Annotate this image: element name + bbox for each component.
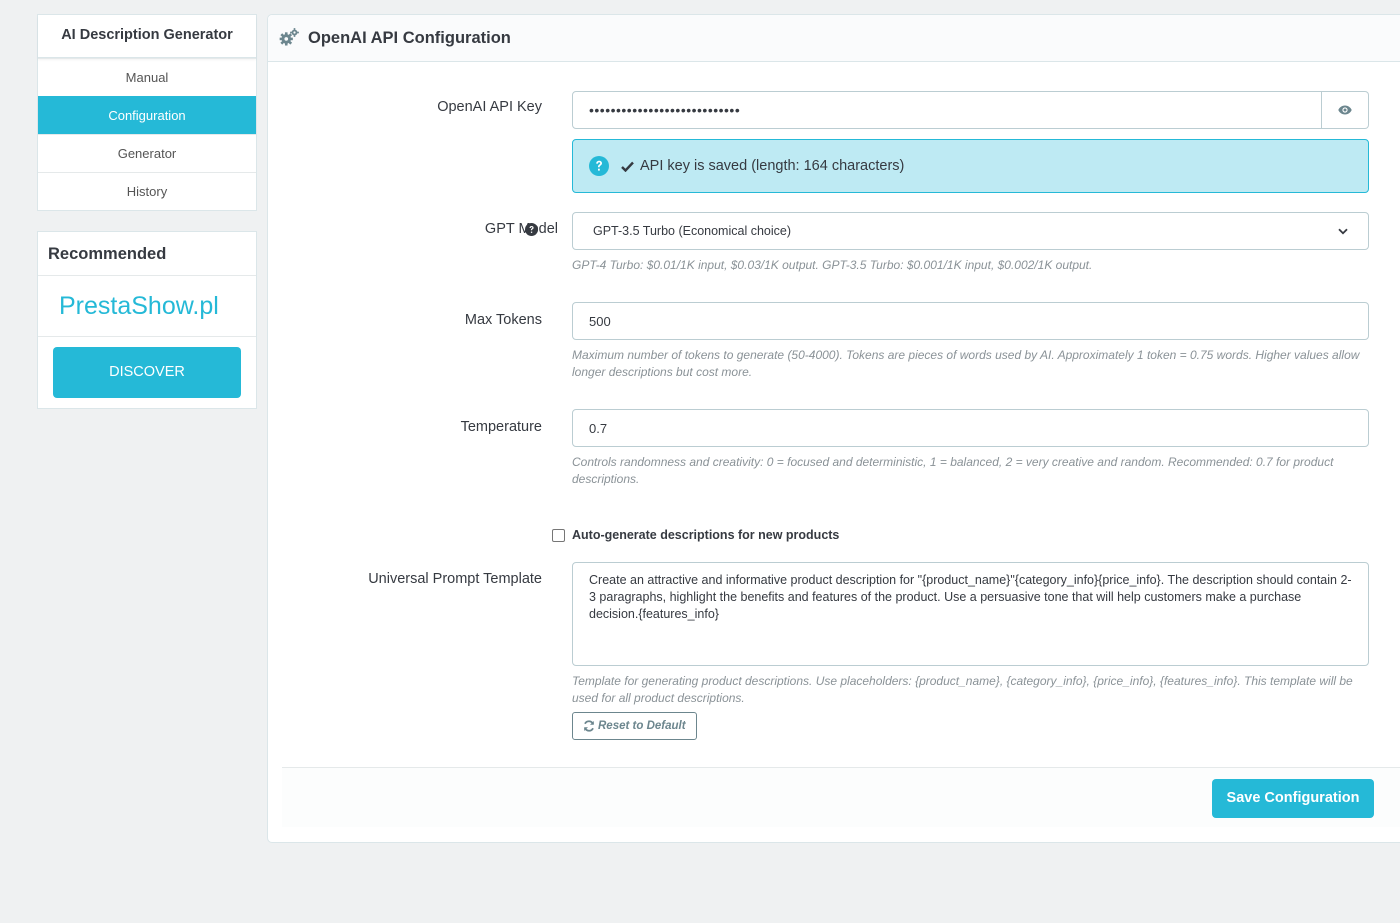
auto-generate-checkbox[interactable] [552, 528, 565, 542]
api-key-saved-alert: API key is saved (length: 164 characters… [572, 139, 1369, 193]
module-title: AI Description Generator [38, 15, 256, 58]
eye-icon [1338, 105, 1352, 115]
gpt-model-select[interactable]: GPT-3.5 Turbo (Economical choice) [572, 212, 1369, 250]
api-key-label: OpenAI API Key [437, 99, 542, 115]
prompt-template-textarea[interactable]: Create an attractive and informative pro… [572, 562, 1369, 666]
sidebar-item-manual[interactable]: Manual [38, 58, 256, 96]
help-icon[interactable] [525, 223, 538, 236]
prompt-template-label: Universal Prompt Template [368, 571, 542, 587]
panel-title: OpenAI API Configuration [308, 28, 511, 47]
gpt-model-selected: GPT-3.5 Turbo (Economical choice) [593, 224, 791, 238]
max-tokens-label: Max Tokens [464, 312, 542, 328]
toggle-visibility-button[interactable] [1322, 91, 1369, 129]
chevron-down-icon [1338, 228, 1348, 234]
temperature-input[interactable]: 0.7 [572, 409, 1369, 447]
refresh-icon [584, 720, 594, 732]
auto-generate-row: Auto-generate descriptions for new produ… [552, 528, 839, 542]
module-menu: AI Description Generator Manual Configur… [37, 14, 257, 211]
gpt-model-field: GPT-3.5 Turbo (Economical choice) GPT-4 … [572, 212, 1369, 274]
temperature-help: Controls randomness and creativity: 0 = … [572, 455, 1334, 486]
auto-generate-label[interactable]: Auto-generate descriptions for new produ… [572, 528, 839, 542]
panel-heading: OpenAI API Configuration [268, 15, 1400, 62]
gpt-model-help: GPT-4 Turbo: $0.01/1K input, $0.03/1K ou… [572, 258, 1093, 272]
sidebar-item-history[interactable]: History [38, 172, 256, 210]
prompt-template-help: Template for generating product descript… [572, 674, 1353, 705]
sidebar-item-generator[interactable]: Generator [38, 134, 256, 172]
config-panel: OpenAI API Configuration OpenAI API Key … [267, 14, 1400, 843]
api-key-input[interactable]: •••••••••••••••••••••••••••• [572, 91, 1322, 129]
sidebar-item-configuration[interactable]: Configuration [38, 96, 256, 134]
temperature-label: Temperature [460, 419, 542, 435]
question-circle-icon [589, 156, 609, 176]
alert-message: API key is saved (length: 164 characters… [621, 158, 904, 174]
max-tokens-field: 500 Maximum number of tokens to generate… [572, 302, 1369, 381]
panel-footer: Save Configuration [282, 767, 1400, 827]
gpt-model-label-wrap: GPT Model [485, 221, 558, 237]
gpt-model-label: GPT Model [484, 221, 558, 237]
discover-wrap: DISCOVER [38, 337, 256, 408]
prompt-template-field: Create an attractive and informative pro… [572, 562, 1369, 740]
save-configuration-button[interactable]: Save Configuration [1212, 779, 1374, 818]
discover-button[interactable]: DISCOVER [53, 347, 241, 398]
recommended-title: Recommended [38, 232, 256, 276]
reset-label: Reset to Default [598, 720, 686, 732]
reset-to-default-button[interactable]: Reset to Default [572, 712, 697, 740]
max-tokens-help: Maximum number of tokens to generate (50… [572, 348, 1360, 379]
api-key-field: •••••••••••••••••••••••••••• API key is … [572, 91, 1369, 193]
api-key-input-group: •••••••••••••••••••••••••••• [572, 91, 1369, 129]
sidebar: AI Description Generator Manual Configur… [37, 14, 257, 409]
max-tokens-input[interactable]: 500 [572, 302, 1369, 340]
cogs-icon [279, 28, 299, 46]
prestashow-link[interactable]: PrestaShow.pl [38, 276, 256, 337]
check-icon [621, 161, 634, 172]
alert-text: API key is saved (length: 164 characters… [640, 158, 905, 174]
temperature-field: 0.7 Controls randomness and creativity: … [572, 409, 1369, 488]
recommended-panel: Recommended PrestaShow.pl DISCOVER [37, 231, 257, 409]
